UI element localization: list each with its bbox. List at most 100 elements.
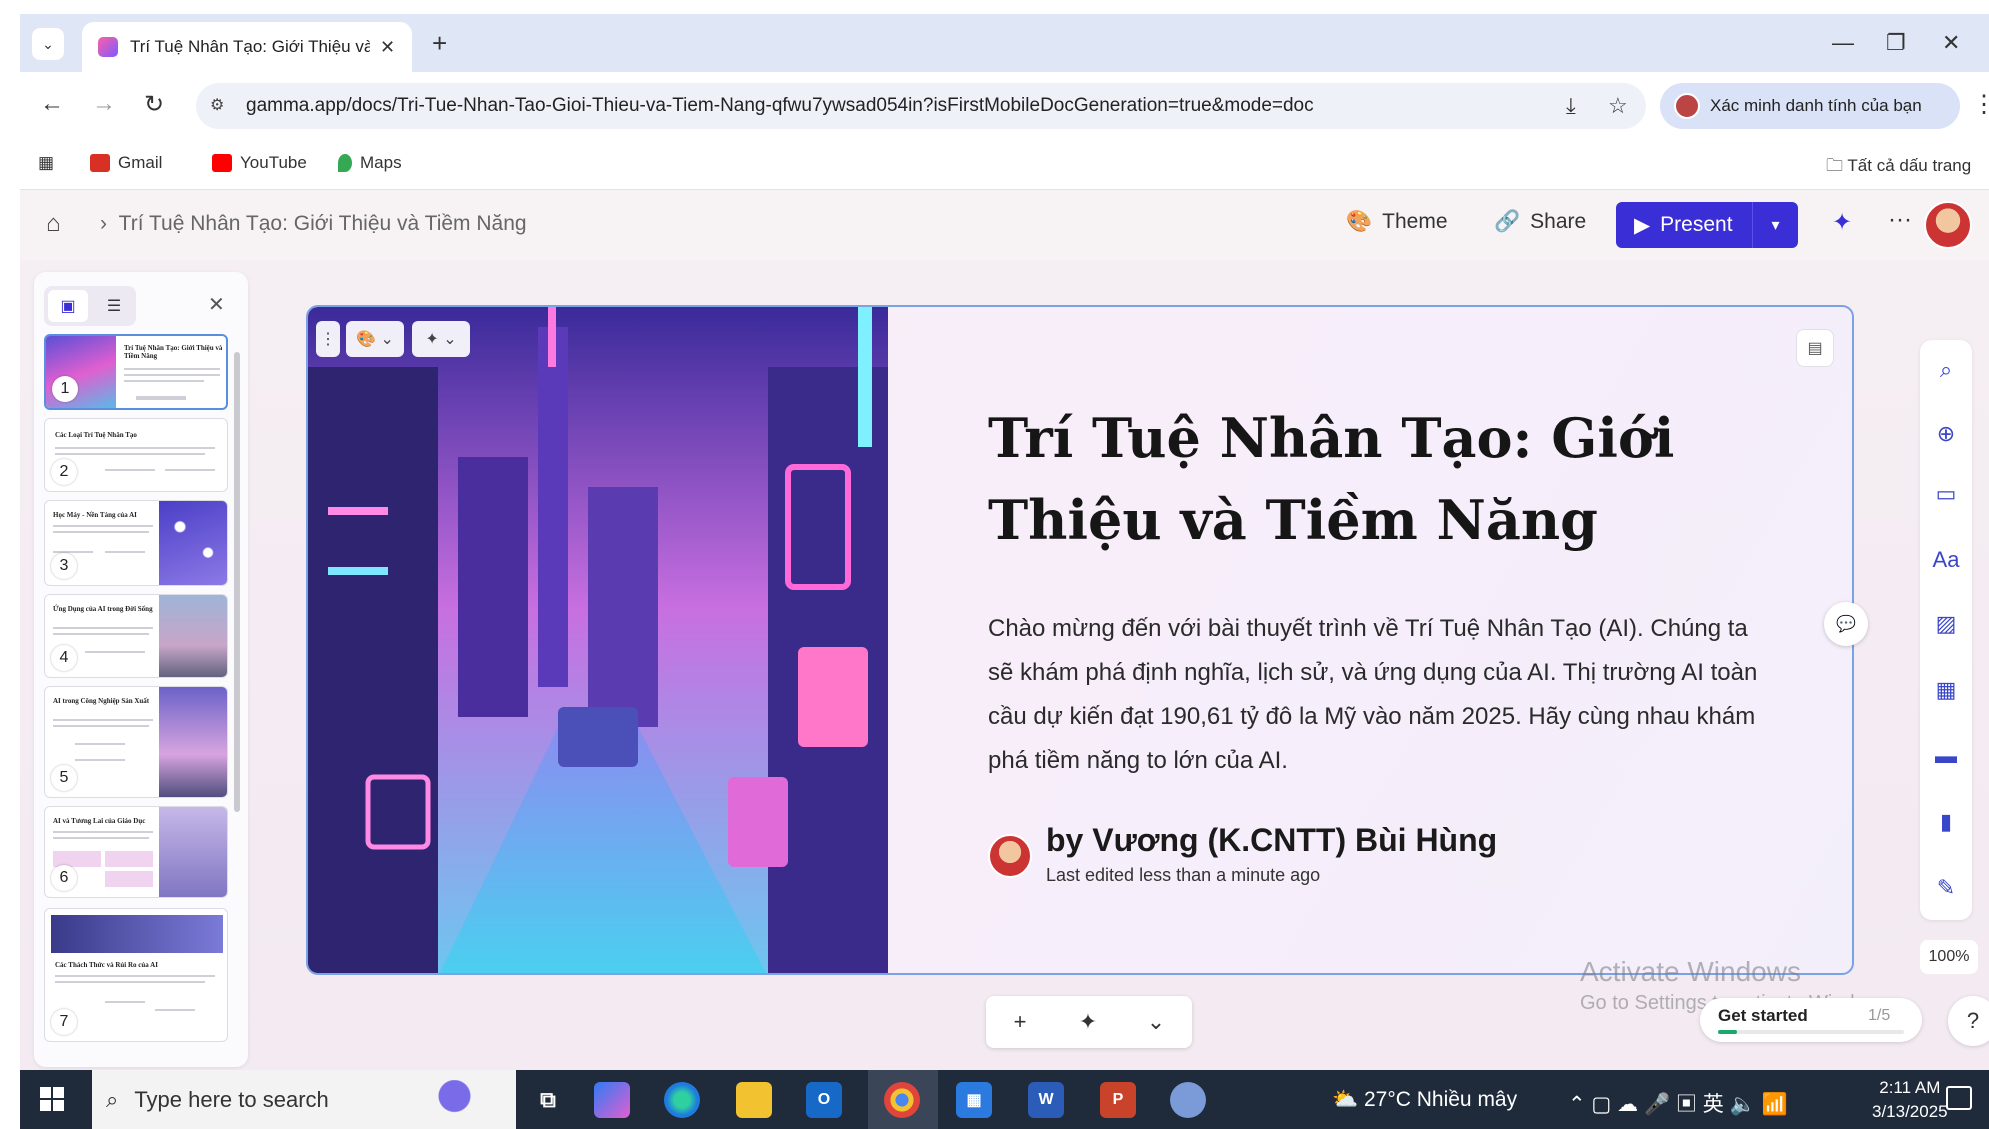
bookmark-gmail[interactable]: Gmail <box>90 153 162 173</box>
url-text[interactable]: gamma.app/docs/Tri-Tue-Nhan-Tao-Gioi-Thi… <box>246 95 1314 117</box>
forward-icon[interactable]: → <box>92 90 116 118</box>
zoom-level[interactable]: 100% <box>1920 940 1978 974</box>
thumbnail-view-icon[interactable]: ▣ <box>48 290 88 322</box>
image-ai-button[interactable]: ✦ ⌄ <box>412 321 470 357</box>
slide-thumbnail[interactable]: Ứng Dụng của AI trong Đời Sống 4 <box>44 594 228 678</box>
system-tray-icons[interactable]: ⌃ ▢ ☁ 🎤 ▣ 英 🔈 📶 <box>1568 1088 1788 1118</box>
store-icon[interactable]: ▦ <box>956 1082 992 1118</box>
editor-canvas: ▣ ☰ ✕ Trí Tuệ Nhân Tạo: Giới Thiệu và Ti… <box>20 260 1989 1070</box>
close-window-button[interactable]: ✕ <box>1942 30 1960 56</box>
weather-widget[interactable]: ⛅ 27°C Nhiều mây <box>1332 1088 1517 1112</box>
card-notes-icon[interactable]: ▤ <box>1796 329 1834 367</box>
ai-sparkle-icon[interactable]: ✦ <box>1832 208 1852 237</box>
word-icon[interactable]: W <box>1028 1082 1064 1118</box>
windows-start-icon[interactable] <box>40 1087 64 1111</box>
notification-icon[interactable] <box>1946 1086 1972 1110</box>
callout-icon[interactable]: ▬ <box>1920 736 1972 776</box>
back-icon[interactable]: ← <box>40 90 64 118</box>
chevron-down-icon: ▾ <box>1771 217 1780 234</box>
thumbnail-title: Học Máy - Nền Tảng của AI <box>53 511 137 519</box>
help-button[interactable]: ? <box>1948 996 1989 1046</box>
add-card-icon[interactable]: ⊕ <box>1920 414 1972 454</box>
bookmark-star-icon[interactable]: ☆ <box>1608 93 1628 119</box>
comment-icon[interactable]: 💬 <box>1824 602 1868 646</box>
slide-number: 1 <box>52 376 78 402</box>
folder-icon: 🗀 <box>1826 156 1848 175</box>
slide-number: 7 <box>51 1009 77 1035</box>
slide-thumbnail[interactable]: AI và Tương Lai của Giáo Dục 6 <box>44 806 228 898</box>
share-button[interactable]: 🔗 Share <box>1494 210 1586 234</box>
restore-button[interactable]: ❐ <box>1886 30 1906 56</box>
slide-number: 5 <box>51 765 77 791</box>
search-icon[interactable]: ⌕ <box>1920 350 1972 390</box>
more-options-icon[interactable]: ··· <box>1888 206 1912 234</box>
chrome-icon[interactable] <box>884 1082 920 1118</box>
get-started-progress <box>1718 1030 1904 1034</box>
paint-icon[interactable] <box>1170 1082 1206 1118</box>
image-icon[interactable]: ▨ <box>1920 604 1972 644</box>
url-omnibox[interactable]: ⚙ gamma.app/docs/Tri-Tue-Nhan-Tao-Gioi-T… <box>196 83 1646 129</box>
new-tab-button[interactable]: + <box>432 28 447 59</box>
drag-handle-icon[interactable]: ⋮ <box>316 321 340 357</box>
site-settings-icon[interactable]: ⚙ <box>210 95 232 117</box>
browser-tab[interactable]: Trí Tuệ Nhân Tạo: Giới Thiệu và ✕ <box>82 22 412 72</box>
edge-icon[interactable] <box>664 1082 700 1118</box>
tab-search-button[interactable]: ⌄ <box>32 28 64 60</box>
slide-thumbnail[interactable]: Các Thách Thức và Rủi Ro của AI 7 <box>44 908 228 1042</box>
apps-grid-icon[interactable]: ▦ <box>38 153 54 173</box>
card-body-text[interactable]: Chào mừng đến với bài thuyết trình về Tr… <box>988 607 1778 783</box>
thumbnail-text-line <box>124 368 220 370</box>
cover-image[interactable]: ⋮ 🎨 ⌄ ✦ ⌄ <box>308 307 888 973</box>
present-button[interactable]: ▶ Present <box>1616 213 1752 238</box>
present-dropdown[interactable]: ▾ <box>1752 202 1798 248</box>
task-view-icon[interactable]: ⧉ <box>530 1082 566 1118</box>
ai-add-icon[interactable]: ✦ <box>1054 1009 1122 1035</box>
home-icon[interactable]: ⌂ <box>46 210 61 238</box>
card-title[interactable]: Trí Tuệ Nhân Tạo: Giới Thiệu và Tiềm Năn… <box>988 397 1688 561</box>
copilot-icon[interactable] <box>594 1082 630 1118</box>
table-icon[interactable]: ▦ <box>1920 670 1972 710</box>
bookmark-youtube[interactable]: YouTube <box>212 153 307 173</box>
chart-icon[interactable]: ▮ <box>1920 802 1972 842</box>
clock[interactable]: 2:11 AM 3/13/2025 <box>1872 1076 1948 1124</box>
thumbnail-title: Trí Tuệ Nhân Tạo: Giới Thiệu và Tiềm Năn… <box>124 344 223 360</box>
thumbnail-title: Ứng Dụng của AI trong Đời Sống <box>53 605 153 613</box>
close-sidebar-icon[interactable]: ✕ <box>208 292 225 317</box>
theme-button[interactable]: 🎨 Theme <box>1346 210 1448 234</box>
thumbnail-text-line <box>165 469 215 471</box>
taskbar-search[interactable]: ⌕ Type here to search <box>92 1070 516 1129</box>
slide-thumbnail[interactable]: Trí Tuệ Nhân Tạo: Giới Thiệu và Tiềm Năn… <box>44 334 228 410</box>
powerpoint-icon[interactable]: P <box>1100 1082 1136 1118</box>
bookmark-maps[interactable]: Maps <box>338 153 402 173</box>
profile-verify-chip[interactable]: Xác minh danh tính của bạn <box>1660 83 1960 129</box>
file-explorer-icon[interactable] <box>736 1082 772 1118</box>
install-app-icon[interactable]: ⤓ <box>1566 93 1576 119</box>
minimize-button[interactable]: — <box>1832 30 1854 56</box>
outlook-icon[interactable]: O <box>806 1082 842 1118</box>
text-style-icon[interactable]: Aa <box>1920 540 1972 580</box>
breadcrumb-doc-title[interactable]: Trí Tuệ Nhân Tạo: Giới Thiệu và Tiềm Năn… <box>119 212 527 235</box>
browser-menu-icon[interactable]: ⋮ <box>1972 90 1989 119</box>
layout-icon[interactable]: ▭ <box>1920 474 1972 514</box>
cloud-sun-icon: ⛅ <box>1332 1088 1364 1111</box>
title-card[interactable]: ⋮ 🎨 ⌄ ✦ ⌄ Trí Tuệ Nhân Tạo: Giới Thiệu v… <box>306 305 1854 975</box>
add-icon[interactable]: + <box>986 1009 1054 1035</box>
slide-thumbnail[interactable]: Các Loại Trí Tuệ Nhân Tạo 2 <box>44 418 228 492</box>
edit-icon[interactable]: ✎ <box>1920 868 1972 908</box>
thumbnail-image <box>51 915 223 953</box>
right-toolbar: ⌕ ⊕ ▭ Aa ▨ ▦ ▬ ▮ ✎ <box>1920 340 1972 920</box>
sidebar-scrollbar[interactable] <box>234 352 240 812</box>
tab-close-icon[interactable]: ✕ <box>380 37 395 58</box>
thumbnail-text-line <box>105 469 155 471</box>
theme-label: Theme <box>1382 210 1448 233</box>
reload-icon[interactable]: ↻ <box>144 90 164 119</box>
slide-thumbnail[interactable]: AI trong Công Nghiệp Sản Xuất 5 <box>44 686 228 798</box>
all-bookmarks-folder[interactable]: 🗀 Tất cả dấu trang <box>1826 153 1971 182</box>
top-edge <box>0 0 1989 14</box>
slide-thumbnail[interactable]: Học Máy - Nền Tảng của AI 3 <box>44 500 228 586</box>
chevron-down-icon[interactable]: ⌄ <box>1122 1009 1190 1035</box>
image-style-button[interactable]: 🎨 ⌄ <box>346 321 404 357</box>
user-avatar[interactable] <box>1924 201 1972 249</box>
get-started-widget[interactable]: Get started 1/5 <box>1700 998 1922 1042</box>
list-view-icon[interactable]: ☰ <box>94 290 134 322</box>
